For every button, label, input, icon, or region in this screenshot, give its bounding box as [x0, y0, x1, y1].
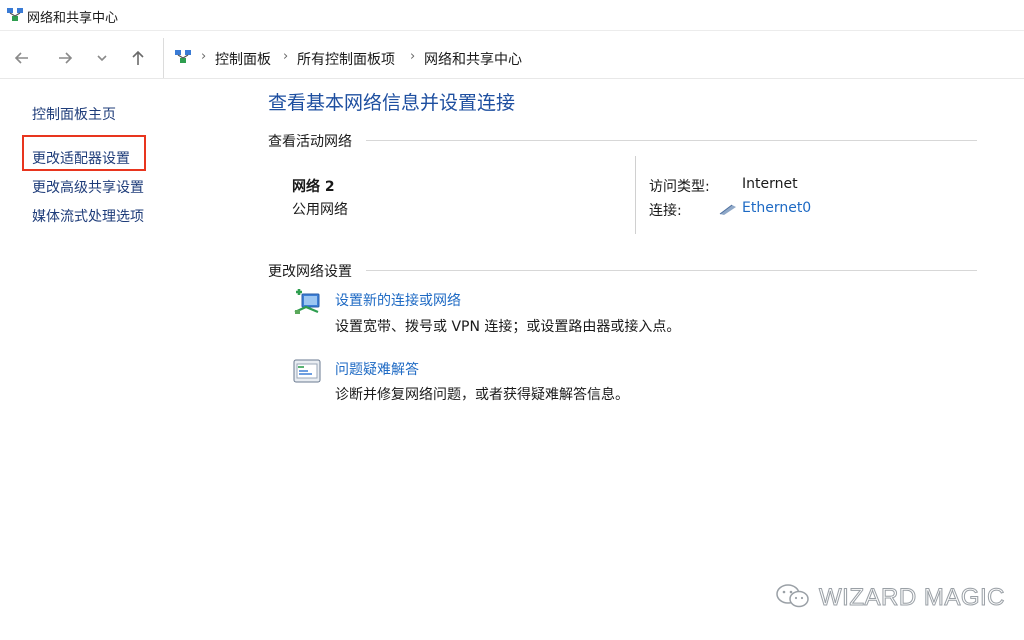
sidebar-item-change-adapter-settings[interactable]: 更改适配器设置	[32, 148, 130, 168]
watermark: WIZARD MAGIC	[775, 584, 1005, 612]
setup-new-connection-description: 设置宽带、拨号或 VPN 连接；或设置路由器或接入点。	[335, 319, 681, 335]
vertical-divider	[635, 156, 636, 234]
connection-label: 连接:	[649, 203, 682, 219]
breadcrumb-all-items[interactable]: 所有控制面板项	[297, 49, 395, 69]
breadcrumb-control-panel[interactable]: 控制面板	[215, 49, 271, 69]
network-center-icon	[6, 6, 24, 24]
setup-new-connection-link[interactable]: 设置新的连接或网络	[335, 290, 461, 310]
watermark-text: WIZARD MAGIC	[819, 584, 1006, 612]
section-divider	[366, 140, 977, 141]
navigation-bar: › 控制面板 › 所有控制面板项 › 网络和共享中心	[0, 38, 1024, 79]
forward-arrow-icon[interactable]	[53, 46, 77, 70]
network-type: 公用网络	[292, 202, 348, 218]
breadcrumb-separator: ›	[410, 49, 416, 64]
address-bar[interactable]: › 控制面板 › 所有控制面板项 › 网络和共享中心	[163, 38, 1024, 78]
troubleshoot-link[interactable]: 问题疑难解答	[335, 359, 419, 379]
troubleshoot-icon	[292, 356, 322, 386]
access-type-label: 访问类型:	[649, 179, 710, 195]
section-title-change-settings: 更改网络设置	[268, 264, 352, 280]
up-arrow-icon[interactable]	[126, 46, 150, 70]
new-connection-icon	[292, 288, 322, 318]
ethernet-connection-link[interactable]: Ethernet0	[742, 200, 811, 216]
network-name: 网络 2	[292, 179, 335, 195]
page-title: 查看基本网络信息并设置连接	[268, 92, 516, 114]
section-divider	[366, 270, 977, 271]
back-arrow-icon[interactable]	[10, 46, 34, 70]
chevron-down-icon[interactable]	[90, 46, 114, 70]
wechat-icon	[775, 583, 811, 613]
ethernet-icon	[718, 201, 738, 215]
sidebar-item-media-streaming-options[interactable]: 媒体流式处理选项	[32, 206, 144, 226]
title-bar: 网络和共享中心	[0, 0, 1024, 31]
breadcrumb-separator: ›	[201, 49, 207, 64]
access-type-value: Internet	[742, 176, 798, 192]
section-title-active-networks: 查看活动网络	[268, 134, 352, 150]
breadcrumb-network-center[interactable]: 网络和共享中心	[424, 49, 522, 69]
sidebar-item-advanced-sharing-settings[interactable]: 更改高级共享设置	[32, 177, 144, 197]
troubleshoot-description: 诊断并修复网络问题，或者获得疑难解答信息。	[335, 387, 629, 403]
network-center-icon	[174, 48, 192, 66]
window-title: 网络和共享中心	[27, 11, 119, 26]
breadcrumb-separator: ›	[283, 49, 289, 64]
sidebar-item-control-panel-home[interactable]: 控制面板主页	[32, 104, 116, 124]
